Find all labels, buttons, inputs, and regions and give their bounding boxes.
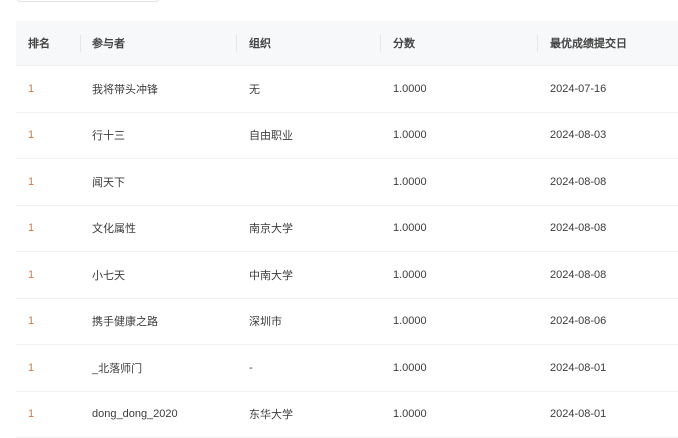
table-header: 排名 参与者 组织 分数 最优成绩提交日 — [16, 21, 678, 66]
rank-cell: 1 — [28, 345, 34, 391]
header-organization[interactable]: 组织 — [249, 21, 271, 65]
table-row: 1 小七天 中南大学 1.0000 2024-08-08 — [16, 252, 678, 299]
table-row: 1 文化属性 南京大学 1.0000 2024-08-08 — [16, 206, 678, 253]
column-divider — [80, 35, 81, 52]
table-row: 1 携手健康之路 深圳市 1.0000 2024-08-06 — [16, 299, 678, 346]
participant-cell: 行十三 — [92, 113, 125, 159]
rank-cell: 1 — [28, 206, 34, 252]
rank-cell: 1 — [28, 113, 34, 159]
table-row: 1 _北落师门 - 1.0000 2024-08-01 — [16, 345, 678, 392]
rank-cell: 1 — [28, 159, 34, 205]
organization-cell: 深圳市 — [249, 299, 282, 345]
participant-cell: 携手健康之路 — [92, 299, 158, 345]
participant-cell: _北落师门 — [92, 345, 142, 391]
rank-cell: 1 — [28, 299, 34, 345]
date-cell: 2024-07-16 — [550, 66, 606, 112]
date-cell: 2024-08-08 — [550, 206, 606, 252]
date-cell: 2024-08-08 — [550, 252, 606, 298]
score-cell: 1.0000 — [393, 206, 427, 252]
participant-cell: 我将带头冲锋 — [92, 66, 158, 112]
header-rank[interactable]: 排名 — [28, 21, 50, 65]
header-participant[interactable]: 参与者 — [92, 21, 125, 65]
header-submission-date[interactable]: 最优成绩提交日 — [550, 21, 627, 65]
header-score[interactable]: 分数 — [393, 21, 415, 65]
organization-cell: 无 — [249, 66, 260, 112]
participant-cell: dong_dong_2020 — [92, 392, 178, 438]
score-cell: 1.0000 — [393, 299, 427, 345]
organization-cell: 东华大学 — [249, 392, 293, 438]
table-row: 1 闻天下 1.0000 2024-08-08 — [16, 159, 678, 206]
score-cell: 1.0000 — [393, 66, 427, 112]
date-cell: 2024-08-03 — [550, 113, 606, 159]
score-cell: 1.0000 — [393, 159, 427, 205]
score-cell: 1.0000 — [393, 113, 427, 159]
participant-cell: 文化属性 — [92, 206, 136, 252]
leaderboard-table: 排名 参与者 组织 分数 最优成绩提交日 1 我将带头冲锋 无 1.0000 2… — [16, 21, 678, 438]
score-cell: 1.0000 — [393, 345, 427, 391]
rank-cell: 1 — [28, 392, 34, 438]
organization-cell: 中南大学 — [249, 252, 293, 298]
table-row: 1 dong_dong_2020 东华大学 1.0000 2024-08-01 — [16, 392, 678, 438]
search-input[interactable] — [16, 0, 160, 2]
organization-cell: - — [249, 345, 253, 391]
organization-cell: 南京大学 — [249, 206, 293, 252]
date-cell: 2024-08-01 — [550, 392, 606, 438]
rank-cell: 1 — [28, 252, 34, 298]
participant-cell: 闻天下 — [92, 159, 125, 205]
table-row: 1 行十三 自由职业 1.0000 2024-08-03 — [16, 113, 678, 160]
column-divider — [537, 35, 538, 52]
date-cell: 2024-08-06 — [550, 299, 606, 345]
date-cell: 2024-08-08 — [550, 159, 606, 205]
participant-cell: 小七天 — [92, 252, 125, 298]
rank-cell: 1 — [28, 66, 34, 112]
column-divider — [236, 35, 237, 52]
date-cell: 2024-08-01 — [550, 345, 606, 391]
table-row: 1 我将带头冲锋 无 1.0000 2024-07-16 — [16, 66, 678, 113]
column-divider — [380, 35, 381, 52]
organization-cell: 自由职业 — [249, 113, 293, 159]
score-cell: 1.0000 — [393, 252, 427, 298]
score-cell: 1.0000 — [393, 392, 427, 438]
